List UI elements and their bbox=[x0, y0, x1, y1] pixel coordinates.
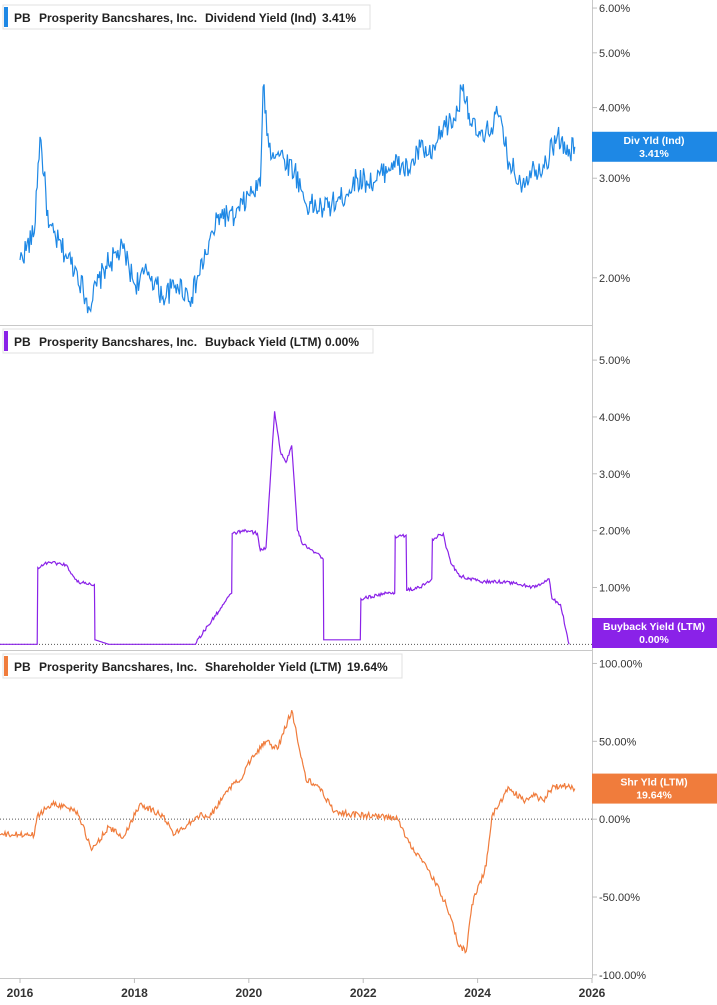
badge-label: Buyback Yield (LTM) bbox=[603, 621, 705, 633]
y-tick-label: 1.00% bbox=[599, 582, 630, 594]
y-tick-label: 4.00% bbox=[599, 412, 630, 424]
y-tick-label: 6.00% bbox=[599, 3, 630, 15]
legend-metric: Dividend Yield (Ind) bbox=[205, 11, 316, 25]
legend-company: Prosperity Bancshares, Inc. bbox=[39, 335, 197, 349]
x-tick-label: 2020 bbox=[235, 986, 262, 1000]
legend-color-swatch bbox=[4, 331, 8, 351]
badge-value: 0.00% bbox=[639, 634, 669, 646]
y-tick-label: -50.00% bbox=[599, 892, 640, 904]
y-tick-label: 2.00% bbox=[599, 526, 630, 538]
badge-value: 3.41% bbox=[639, 148, 669, 160]
badge-label: Shr Yld (LTM) bbox=[620, 777, 687, 789]
y-tick-label: 3.00% bbox=[599, 469, 630, 481]
legend-company: Prosperity Bancshares, Inc. bbox=[39, 660, 197, 674]
y-tick-label: 0.00% bbox=[599, 814, 630, 826]
x-tick-label: 2024 bbox=[464, 986, 491, 1000]
legend-value: 0.00% bbox=[325, 335, 359, 349]
y-tick-label: 50.00% bbox=[599, 736, 637, 748]
x-tick-label: 2016 bbox=[7, 986, 34, 1000]
legend-metric: Shareholder Yield (LTM) bbox=[205, 660, 341, 674]
y-tick-label: 5.00% bbox=[599, 48, 630, 60]
legend-ticker: PB bbox=[14, 660, 31, 674]
legend-ticker: PB bbox=[14, 11, 31, 25]
y-tick-label: 5.00% bbox=[599, 355, 630, 367]
badge-label: Div Yld (Ind) bbox=[623, 135, 684, 147]
dividend-yield-badge: Div Yld (Ind) 3.41% bbox=[592, 131, 717, 162]
y-tick-label: -100.00% bbox=[599, 970, 646, 982]
legend-color-swatch bbox=[4, 656, 8, 676]
y-tick-label: 4.00% bbox=[599, 103, 630, 115]
y-tick-label: 2.00% bbox=[599, 273, 630, 285]
x-tick-label: 2022 bbox=[350, 986, 377, 1000]
y-tick-label: 3.00% bbox=[599, 173, 630, 185]
buyback-yield-badge: Buyback Yield (LTM) 0.00% bbox=[592, 618, 717, 648]
legend-metric: Buyback Yield (LTM) bbox=[205, 335, 321, 349]
buyback-yield-legend: PB Prosperity Bancshares, Inc. Buyback Y… bbox=[2, 328, 374, 354]
y-tick-label: 100.00% bbox=[599, 658, 643, 670]
legend-ticker: PB bbox=[14, 335, 31, 349]
legend-value: 3.41% bbox=[322, 11, 356, 25]
badge-value: 19.64% bbox=[636, 790, 672, 802]
dividend-yield-legend: PB Prosperity Bancshares, Inc. Dividend … bbox=[2, 4, 371, 30]
legend-color-swatch bbox=[4, 7, 8, 27]
chart-canvas: 6.00% 5.00% 4.00% 3.00% 2.00% PB Prosperity … bbox=[0, 0, 717, 1005]
legend-company: Prosperity Bancshares, Inc. bbox=[39, 11, 197, 25]
x-tick-label: 2026 bbox=[579, 986, 606, 1000]
shareholder-yield-badge: Shr Yld (LTM) 19.64% bbox=[592, 773, 717, 804]
legend-value: 19.64% bbox=[347, 660, 388, 674]
x-tick-label: 2018 bbox=[121, 986, 148, 1000]
shareholder-yield-legend: PB Prosperity Bancshares, Inc. Sharehold… bbox=[2, 653, 403, 679]
